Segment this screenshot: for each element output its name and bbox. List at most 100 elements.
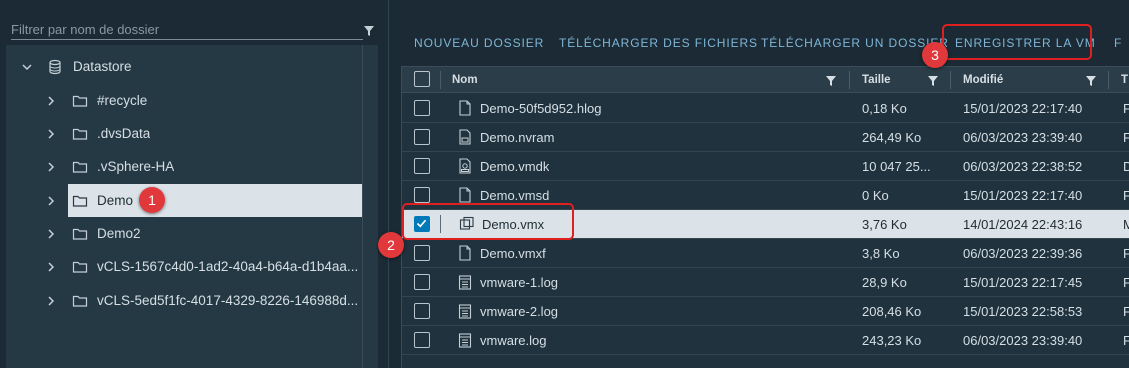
filter-icon[interactable] [826,76,836,86]
callout-badge-2: 2 [378,232,404,258]
file-name[interactable]: Demo.vmxf [480,239,546,267]
tree-item-label: Demo [97,193,134,208]
upload-folder-button[interactable]: TÉLÉCHARGER UN DOSSIER [761,28,949,58]
chevron-right-icon[interactable] [44,294,58,308]
file-type: D [1123,152,1129,180]
file-size: 3,8 Ko [862,245,900,261]
table-row[interactable]: vmware-1.log 28,9 Ko 15/01/2023 22:17:45 F [402,268,1129,297]
chevron-right-icon[interactable] [44,194,58,208]
upload-files-button[interactable]: TÉLÉCHARGER DES FICHIERS [559,28,758,58]
file-modified: 15/01/2023 22:17:40 [963,100,1083,116]
file-type: F [1123,123,1129,151]
column-divider[interactable] [950,71,951,89]
chevron-down-icon[interactable] [20,60,34,74]
chevron-right-icon[interactable] [44,227,58,241]
row-checkbox[interactable] [414,245,430,261]
file-name[interactable]: vmware-1.log [480,268,558,296]
table-row[interactable]: Demo.nvram 264,49 Ko 06/03/2023 23:39:40 F [402,123,1129,152]
column-header-modified[interactable]: Modifié [963,67,1003,92]
tree-item-vcls-1[interactable]: vCLS-1567c4d0-1ad2-40a4-b64a-d1b4aa... [6,250,362,283]
tree-item-vsphere-ha[interactable]: .vSphere-HA [6,150,362,183]
folder-filter-input[interactable] [11,20,363,40]
filter-icon[interactable] [928,76,938,86]
table-row[interactable]: vmware-2.log 208,46 Ko 15/01/2023 22:58:53… [402,297,1129,326]
file-modified: 15/01/2023 22:58:53 [963,303,1083,319]
table-row[interactable]: Demo.vmxf 3,8 Ko 06/03/2023 22:39:36 F [402,239,1129,268]
file-size: 28,9 Ko [862,274,907,290]
folder-icon [72,161,88,173]
tree-item-vcls-2[interactable]: vCLS-5ed5f1fc-4017-4329-8226-146988d... [6,284,362,317]
folder-icon [72,195,88,207]
select-all-checkbox[interactable] [414,71,430,87]
row-checkbox[interactable] [414,187,430,203]
file-size: 3,76 Ko [862,216,907,232]
table-header: Nom Taille Modifié T [402,67,1129,93]
table-row[interactable]: Demo-50f5d952.hlog 0,18 Ko 15/01/2023 22:1… [402,94,1129,123]
file-modified: 06/03/2023 22:38:52 [963,158,1083,174]
chevron-right-icon[interactable] [44,94,58,108]
callout-badge-3: 3 [922,42,948,68]
file-name[interactable]: Demo-50f5d952.hlog [480,94,601,122]
row-checkbox[interactable] [414,303,430,319]
tree-item-label: Datastore [73,59,132,74]
file-type: F [1123,239,1129,267]
column-divider[interactable] [1108,71,1109,89]
table-row[interactable]: Demo.vmdk 10 047 25... 06/03/2023 22:38:52… [402,152,1129,181]
file-size: 0,18 Ko [862,100,907,116]
tree-item-datastore[interactable]: Datastore [6,50,362,83]
tree-item-recycle[interactable]: #recycle [6,84,362,117]
new-folder-button[interactable]: NOUVEAU DOSSIER [414,28,544,58]
file-size: 264,49 Ko [862,129,922,145]
file-modified: 06/03/2023 23:39:40 [963,129,1083,145]
row-checkbox[interactable] [414,274,430,290]
filter-icon[interactable] [1086,76,1096,86]
column-divider[interactable] [849,71,850,89]
file-type: F [1123,297,1129,325]
column-header-name[interactable]: Nom [452,67,478,92]
file-modified: 14/01/2024 22:43:16 [963,216,1083,232]
tree-item-label: .dvsData [97,126,151,141]
table-row[interactable]: vmware.log 243,23 Ko 06/03/2023 23:39:40 F [402,326,1129,355]
datastore-icon [49,59,61,74]
folder-icon [72,295,88,307]
file-name[interactable]: vmware.log [480,326,546,354]
tree-item-demo[interactable]: Demo [68,184,362,217]
row-checkbox[interactable] [414,332,430,348]
tree-item-label: Demo2 [97,226,141,241]
more-actions-button[interactable]: F [1114,28,1122,58]
tree-item-label: vCLS-1567c4d0-1ad2-40a4-b64a-d1b4aa... [97,259,359,274]
file-icon [458,100,472,116]
log-file-icon [458,274,472,290]
callout-badge-1: 1 [139,187,165,213]
row-checkbox[interactable] [414,158,430,174]
filter-icon[interactable] [364,26,374,36]
chevron-right-icon[interactable] [44,260,58,274]
tree-item-label: .vSphere-HA [97,159,175,174]
file-type: F [1123,268,1129,296]
file-type: M [1123,210,1129,238]
disk-file-icon [458,158,472,174]
panel-divider[interactable] [388,0,389,368]
row-checkbox[interactable] [414,129,430,145]
tree-item-label: #recycle [97,93,148,108]
column-header-type[interactable]: T [1121,67,1128,92]
folder-panel: Datastore #recycle .dvsData .vSphere-HA … [0,0,378,368]
tree-scrollbar[interactable] [362,45,378,368]
chevron-right-icon[interactable] [44,127,58,141]
log-file-icon [458,332,472,348]
chevron-right-icon[interactable] [44,160,58,174]
file-size: 10 047 25... [862,158,931,174]
file-icon [458,187,472,203]
file-name[interactable]: Demo.vmdk [480,152,549,180]
tree-item-demo2[interactable]: Demo2 [6,217,362,250]
callout-frame-demo-vmx [402,203,574,240]
column-header-size[interactable]: Taille [862,67,891,92]
folder-filter [6,13,378,43]
log-file-icon [458,303,472,319]
file-name[interactable]: Demo.nvram [480,123,554,151]
file-modified: 06/03/2023 22:39:36 [963,245,1083,261]
tree-item-dvsdata[interactable]: .dvsData [6,117,362,150]
row-checkbox[interactable] [414,100,430,116]
file-size: 243,23 Ko [862,332,922,348]
file-name[interactable]: vmware-2.log [480,297,558,325]
